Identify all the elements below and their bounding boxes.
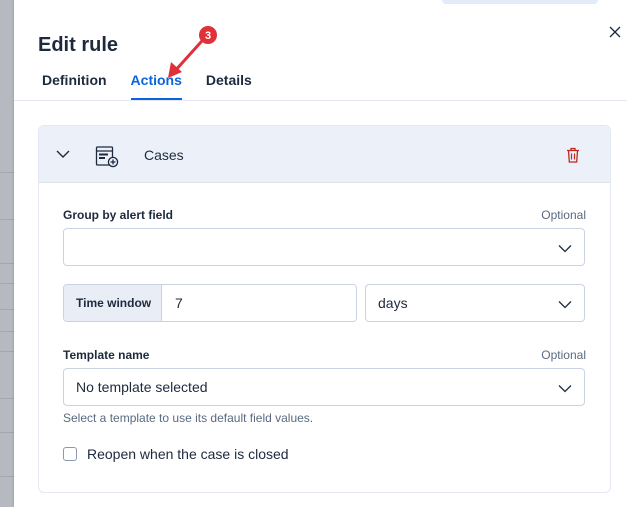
time-window-input[interactable] [162, 285, 356, 321]
time-unit-value: days [378, 295, 408, 311]
header-highlight [442, 0, 598, 4]
time-unit-select[interactable]: days [365, 284, 585, 322]
template-optional: Optional [541, 348, 586, 362]
chevron-down-icon [558, 301, 572, 309]
action-title: Cases [144, 147, 184, 163]
reopen-checkbox[interactable] [63, 447, 77, 461]
group-by-label: Group by alert field [63, 208, 174, 222]
reopen-label[interactable]: Reopen when the case is closed [87, 446, 289, 462]
step-number: 3 [205, 30, 211, 42]
group-by-select[interactable] [63, 228, 585, 266]
reopen-checkbox-row[interactable]: Reopen when the case is closed [63, 446, 289, 462]
chevron-down-icon[interactable] [55, 146, 71, 162]
time-window-group: Time window [63, 284, 357, 322]
cases-icon [95, 146, 119, 168]
template-select[interactable]: No template selected [63, 368, 585, 406]
flyout-title: Edit rule [38, 34, 119, 56]
time-window-label: Time window [64, 285, 162, 321]
group-by-optional: Optional [541, 208, 586, 222]
template-help-text: Select a template to use its default fie… [63, 411, 314, 425]
close-icon[interactable] [607, 24, 623, 40]
tab-bar: Definition Actions Details [38, 70, 276, 100]
tabs-divider [14, 100, 627, 101]
step-annotation-arrow: 3 [168, 26, 217, 78]
chevron-down-icon [558, 245, 572, 253]
trash-icon[interactable] [566, 147, 580, 163]
tab-definition[interactable]: Definition [42, 70, 107, 100]
page-backdrop [0, 0, 14, 507]
template-name-label: Template name [63, 348, 150, 362]
template-value: No template selected [76, 379, 208, 395]
card-header[interactable]: Cases [39, 126, 610, 183]
cases-action-card: Cases Group by alert field Optional Time… [38, 125, 611, 493]
chevron-down-icon [558, 385, 572, 393]
